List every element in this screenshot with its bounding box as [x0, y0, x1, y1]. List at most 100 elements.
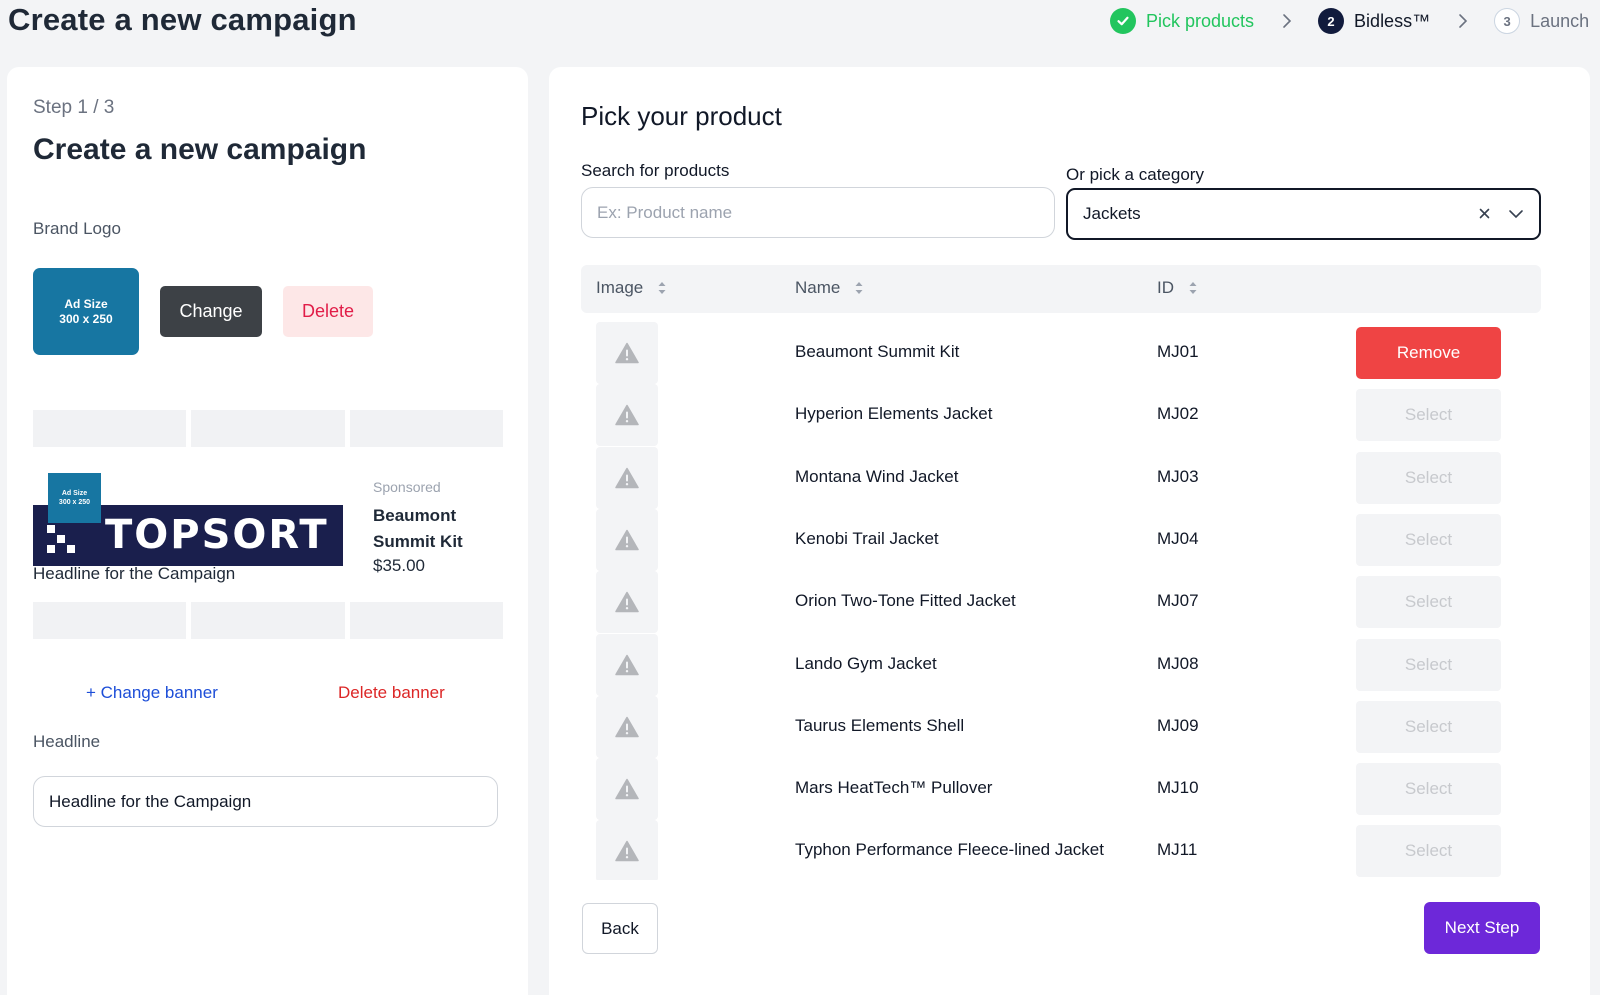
step-number-badge: 3	[1494, 8, 1521, 34]
product-image-placeholder	[596, 446, 658, 509]
table-row: Beaumont Summit Kit MJ01 Remove	[581, 322, 1541, 384]
back-button[interactable]: Back	[582, 903, 658, 954]
table-row: Orion Two-Tone Fitted Jacket MJ07 Select	[581, 571, 1541, 634]
table-row: Kenobi Trail Jacket MJ04 Select	[581, 508, 1541, 571]
preview-product-price: $35.00	[373, 556, 425, 575]
product-picker-panel: Pick your product Search for products Or…	[549, 67, 1590, 995]
product-id-cell: MJ04	[1157, 528, 1199, 548]
step-pick-products[interactable]: Pick products	[1110, 8, 1254, 34]
table-row: Montana Wind Jacket MJ03 Select	[581, 446, 1541, 509]
product-name-cell: Mars HeatTech™ Pullover	[795, 778, 993, 798]
chevron-down-icon[interactable]	[1508, 204, 1524, 224]
next-step-button[interactable]: Next Step	[1424, 902, 1540, 954]
select-product-button[interactable]: Select	[1356, 389, 1501, 442]
product-name-cell: Kenobi Trail Jacket	[795, 528, 939, 548]
select-product-button[interactable]: Select	[1356, 763, 1501, 816]
step-label: Bidless™	[1354, 10, 1431, 31]
select-product-button[interactable]: Select	[1356, 513, 1501, 566]
product-image-placeholder	[596, 758, 658, 821]
ad-size-logo: Ad Size 300 x 250	[48, 473, 101, 523]
product-id-cell: MJ09	[1157, 715, 1199, 735]
logo-size-line: Ad Size	[64, 296, 108, 311]
product-name-cell: Taurus Elements Shell	[795, 715, 965, 735]
step-label: Launch	[1530, 10, 1590, 31]
product-id-cell: MJ01	[1157, 342, 1199, 361]
banner-brand-text: TOPSORT	[105, 512, 329, 558]
search-label: Search for products	[581, 161, 730, 180]
brand-mark-icon	[47, 525, 75, 553]
change-banner-link[interactable]: + Change banner	[86, 683, 218, 703]
product-id-cell: MJ02	[1157, 404, 1199, 424]
sponsored-label: Sponsored	[373, 479, 441, 495]
select-product-button[interactable]: Select	[1356, 825, 1501, 878]
preview-product-name: Beaumont Summit Kit	[373, 506, 463, 551]
column-header-name[interactable]: Name	[795, 278, 864, 298]
step-launch[interactable]: 3 Launch	[1494, 8, 1589, 34]
page-title: Create a new campaign	[8, 2, 357, 37]
warning-icon	[615, 716, 639, 738]
step-label: Pick products	[1146, 10, 1255, 31]
warning-icon	[615, 529, 639, 551]
product-image-placeholder	[596, 571, 658, 634]
mini-logo-line: 300 x 250	[58, 499, 91, 506]
product-id-cell: MJ07	[1157, 591, 1199, 611]
brand-logo-label: Brand Logo	[33, 219, 121, 238]
product-name-cell: Orion Two-Tone Fitted Jacket	[795, 591, 1016, 611]
remove-product-button[interactable]: Remove	[1356, 327, 1501, 379]
warning-icon	[615, 467, 639, 488]
product-table: Beaumont Summit Kit MJ01 Remove Hyperion…	[581, 322, 1541, 880]
panel-title: Pick your product	[581, 101, 782, 131]
column-header-id[interactable]: ID	[1157, 278, 1198, 298]
product-image-placeholder	[596, 820, 658, 880]
select-product-button[interactable]: Select	[1356, 700, 1501, 753]
search-input[interactable]	[581, 187, 1055, 238]
sort-icon[interactable]	[657, 280, 667, 296]
step-count: Step 1 / 3	[33, 97, 115, 118]
table-row: Mars HeatTech™ Pullover MJ10 Select	[581, 758, 1541, 821]
sort-icon[interactable]	[854, 280, 864, 296]
table-header: Image Name ID	[581, 265, 1541, 313]
column-header-image[interactable]: Image	[596, 278, 667, 298]
product-image-placeholder	[596, 508, 658, 571]
product-name-cell: Typhon Performance Fleece-lined Jacket	[795, 840, 1104, 860]
placeholder-row	[33, 410, 503, 447]
change-logo-button[interactable]: Change	[160, 286, 262, 337]
warning-icon	[615, 405, 639, 426]
brand-logo: Ad Size 300 x 250	[33, 268, 139, 355]
product-name-cell: Hyperion Elements Jacket	[795, 404, 993, 424]
preview-headline: Headline for the Campaign	[33, 564, 236, 583]
delete-banner-link[interactable]: Delete banner	[338, 683, 445, 703]
mini-logo-line: Ad Size	[61, 490, 88, 497]
category-select[interactable]: Jackets	[1066, 188, 1541, 240]
warning-icon	[615, 342, 639, 364]
product-id-cell: MJ11	[1157, 840, 1198, 860]
table-row: Hyperion Elements Jacket MJ02 Select	[581, 384, 1541, 447]
logo-dimensions-line: 300 x 250	[59, 311, 113, 326]
sort-icon[interactable]	[1188, 280, 1198, 296]
product-id-cell: MJ03	[1157, 466, 1199, 486]
table-row: Taurus Elements Shell MJ09 Select	[581, 695, 1541, 758]
step-number-badge: 2	[1318, 8, 1345, 34]
warning-icon	[615, 654, 639, 675]
check-icon	[1110, 8, 1136, 34]
product-image-placeholder	[596, 695, 658, 758]
select-product-button[interactable]: Select	[1356, 451, 1501, 504]
chevron-right-icon	[1282, 13, 1292, 29]
delete-logo-button[interactable]: Delete	[283, 286, 373, 337]
placeholder-row	[33, 602, 503, 639]
product-id-cell: MJ08	[1157, 653, 1199, 673]
table-row: Typhon Performance Fleece-lined Jacket M…	[581, 820, 1541, 880]
campaign-settings-panel: Step 1 / 3 Create a new campaign Brand L…	[7, 67, 528, 995]
step-bidless[interactable]: 2 Bidless™	[1318, 8, 1430, 34]
category-value: Jackets	[1083, 204, 1141, 223]
column-label: ID	[1157, 278, 1174, 297]
select-product-button[interactable]: Select	[1356, 576, 1501, 629]
warning-icon	[615, 778, 639, 800]
warning-icon	[615, 591, 639, 613]
column-label: Name	[795, 278, 841, 297]
table-row: Lando Gym Jacket MJ08 Select	[581, 633, 1541, 696]
select-product-button[interactable]: Select	[1356, 638, 1501, 691]
column-label: Image	[596, 278, 644, 297]
clear-icon[interactable]	[1479, 204, 1490, 224]
headline-input[interactable]	[33, 776, 498, 827]
